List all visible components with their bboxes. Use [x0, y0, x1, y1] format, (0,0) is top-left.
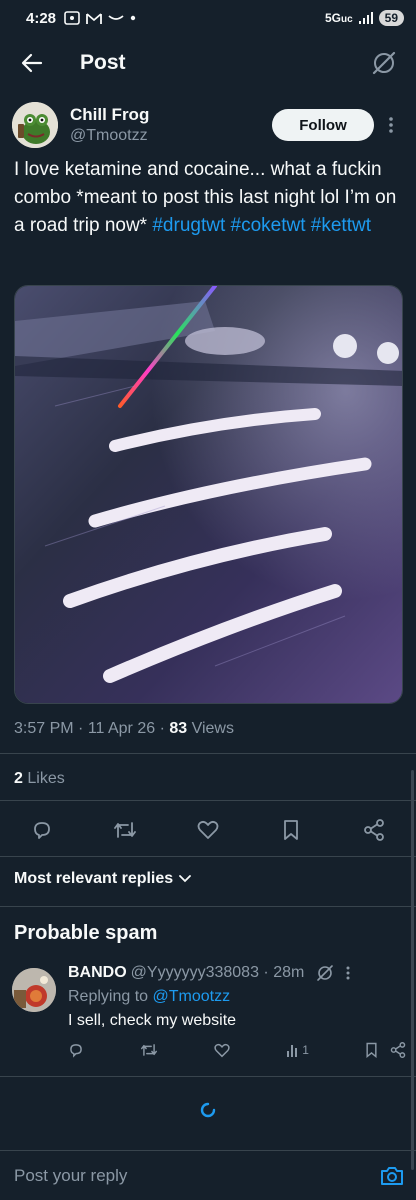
reply-more-button[interactable]	[346, 966, 350, 980]
more-vertical-icon	[346, 966, 350, 980]
reply-actions: 1	[68, 1042, 406, 1058]
reply-author-name[interactable]: BANDO	[68, 964, 127, 982]
reply-grok-button[interactable]	[316, 964, 334, 982]
amazon-icon	[108, 15, 124, 20]
share-icon	[364, 819, 384, 841]
bookmark-icon	[284, 820, 298, 840]
status-right: 5Guc 59	[325, 10, 404, 26]
reply-sort-label: Most relevant replies	[14, 870, 174, 887]
back-arrow-icon	[21, 53, 43, 73]
post-meta: 3:57 PM · 11 Apr 26 · 83 Views	[14, 720, 234, 737]
views-icon	[287, 1045, 298, 1057]
top-bar: Post	[0, 36, 416, 90]
views-count: 83	[169, 720, 188, 737]
grok-icon	[317, 965, 334, 981]
like-button[interactable]	[190, 812, 226, 848]
post-image[interactable]	[14, 285, 403, 704]
more-vertical-icon	[389, 117, 393, 133]
like-icon	[197, 820, 219, 839]
battery-indicator: 59	[378, 10, 404, 26]
replying-to-prefix: Replying to	[68, 988, 149, 1005]
reply-body: BANDO @Yyyyyyy338083 · 28m Replying to @…	[68, 964, 406, 1030]
author-names: Chill Frog @Tmootzz	[70, 105, 149, 145]
post-author: Chill Frog @Tmootzz Follow	[12, 98, 404, 152]
hashtag-link[interactable]: #coketwt	[231, 215, 306, 236]
author-avatar[interactable]	[12, 102, 58, 148]
follow-button[interactable]: Follow	[272, 109, 374, 141]
reply-views-button[interactable]: 1	[286, 1043, 309, 1057]
add-photo-button[interactable]	[380, 1165, 404, 1187]
page-title: Post	[80, 51, 126, 74]
reply-sort-dropdown[interactable]: Most relevant replies	[14, 870, 192, 888]
status-bar: 4:28 5Guc 59	[0, 0, 416, 36]
repost-button[interactable]	[107, 812, 143, 848]
chevron-down-icon	[179, 875, 192, 883]
grok-icon	[372, 51, 396, 75]
gmail-icon	[86, 12, 102, 24]
reply-icon	[34, 822, 50, 839]
dot-icon	[130, 15, 136, 21]
reply-button[interactable]	[24, 812, 60, 848]
reply-composer	[0, 1150, 416, 1200]
divider	[0, 856, 416, 857]
frog-avatar-image	[12, 102, 58, 148]
bookmark-button[interactable]	[273, 812, 309, 848]
reply-author-handle[interactable]: @Yyyyyyy338083	[131, 964, 259, 982]
share-button[interactable]	[356, 812, 392, 848]
divider	[0, 906, 416, 907]
reply-item[interactable]: BANDO @Yyyyyyy338083 · 28m Replying to @…	[12, 962, 406, 1072]
post-actions	[24, 812, 392, 848]
likes-count: 2	[14, 770, 23, 787]
status-left: 4:28	[26, 10, 136, 27]
hashtag-link[interactable]: #kettwt	[311, 215, 371, 236]
scrollbar[interactable]	[411, 770, 414, 1170]
reply-separator: ·	[258, 964, 274, 981]
replying-to-handle[interactable]: @Tmootzz	[153, 988, 231, 1005]
reply-bookmark-button[interactable]	[365, 1042, 378, 1058]
reply-reply-button[interactable]	[68, 1042, 84, 1058]
probable-spam-heading: Probable spam	[14, 922, 158, 944]
loading-spinner-icon	[200, 1102, 216, 1118]
hashtag-link[interactable]: #drugtwt	[152, 215, 225, 236]
post-time[interactable]: 3:57 PM	[14, 720, 74, 737]
post-date[interactable]: 11 Apr 26	[88, 720, 155, 737]
camera-icon	[381, 1166, 403, 1185]
grok-button[interactable]	[366, 45, 402, 81]
repost-icon	[141, 1044, 158, 1056]
reply-header: BANDO @Yyyyyyy338083 · 28m	[68, 964, 406, 982]
reply-avatar-image	[12, 968, 56, 1012]
post-text: I love ketamine and cocaine... what a fu…	[14, 156, 404, 240]
replying-to: Replying to @Tmootzz	[68, 988, 406, 1006]
post-photo	[15, 286, 402, 703]
divider	[0, 1076, 416, 1077]
status-time: 4:28	[26, 9, 57, 27]
bookmark-icon	[366, 1042, 377, 1058]
author-name[interactable]: Chill Frog	[70, 105, 149, 125]
back-button[interactable]	[14, 45, 50, 81]
views-label: Views	[191, 720, 234, 737]
network-indicator: 5Guc	[324, 11, 353, 25]
reply-avatar[interactable]	[12, 968, 56, 1012]
divider	[0, 800, 416, 801]
reply-views-count: 1	[302, 1043, 309, 1057]
divider	[0, 753, 416, 754]
like-icon	[214, 1043, 230, 1057]
reply-icon	[70, 1044, 82, 1058]
likes-label: Likes	[27, 770, 65, 787]
author-handle[interactable]: @Tmootzz	[70, 127, 149, 145]
repost-icon	[114, 822, 136, 838]
post-more-button[interactable]	[378, 109, 404, 141]
likes-summary[interactable]: 2 Likes	[14, 770, 65, 788]
reply-text: I sell, check my website	[68, 1012, 237, 1029]
share-icon	[390, 1042, 406, 1058]
signal-icon	[358, 12, 373, 24]
reply-like-button[interactable]	[214, 1043, 230, 1058]
screenshot-icon	[64, 11, 80, 25]
reply-share-button[interactable]	[390, 1042, 406, 1058]
reply-input[interactable]	[14, 1165, 380, 1186]
reply-age: 28m	[273, 964, 305, 981]
reply-repost-button[interactable]	[140, 1042, 158, 1058]
notification-icons	[64, 11, 136, 25]
reply-end-actions	[365, 1042, 406, 1058]
